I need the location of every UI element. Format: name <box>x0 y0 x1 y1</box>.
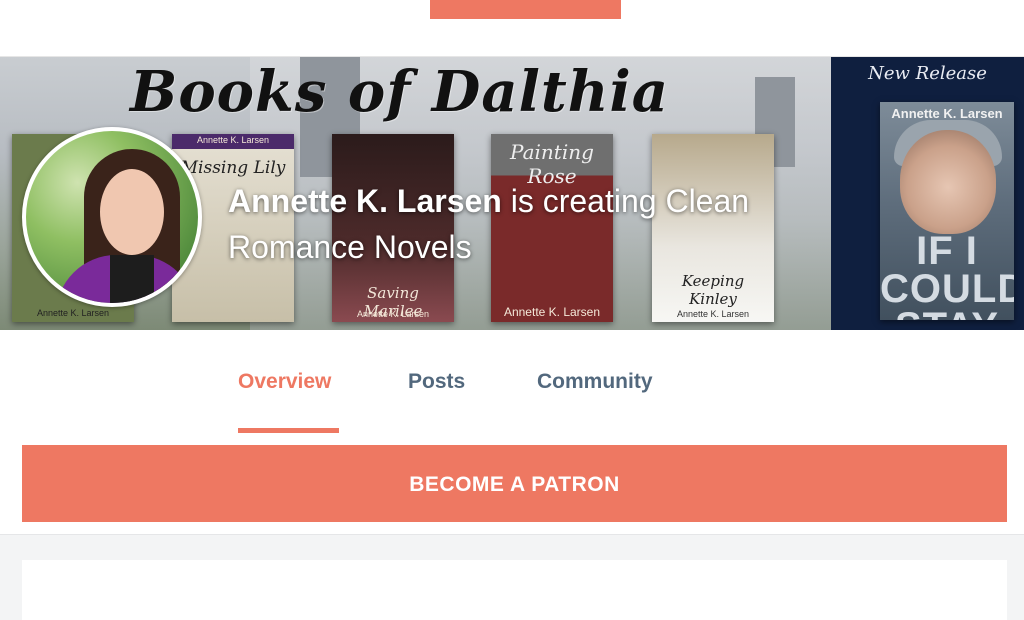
new-release-label: New Release <box>868 63 987 84</box>
top-cta-button[interactable] <box>430 0 621 19</box>
creator-avatar[interactable] <box>22 127 202 307</box>
book-cover-author: Annette K. Larsen <box>36 308 110 318</box>
tab-bar: Overview Posts Community <box>0 330 1024 434</box>
content-card <box>22 560 1007 620</box>
avatar-shirt <box>110 255 154 303</box>
new-release-title-line-2: COULD <box>880 267 1014 311</box>
book-cover-author: Annette K. Larsen <box>356 309 430 319</box>
new-release-cover: Annette K. Larsen IF I COULD STAY <box>880 102 1014 320</box>
cover-portrait <box>900 130 996 234</box>
tab-posts[interactable]: Posts <box>408 370 465 394</box>
active-tab-indicator <box>238 428 339 433</box>
creator-name: Annette K. Larsen <box>228 183 502 219</box>
avatar-face <box>100 169 164 255</box>
top-bar <box>0 0 1024 57</box>
banner-title: Books of Dalthia <box>130 59 670 125</box>
tab-community[interactable]: Community <box>537 370 653 394</box>
new-release-title: IF I COULD STAY <box>880 229 1014 320</box>
book-cover-author: Annette K. Larsen <box>503 305 601 319</box>
new-release-title-line-1: IF I <box>916 229 978 273</box>
book-cover-author: Annette K. Larsen <box>196 135 270 145</box>
new-release-author: Annette K. Larsen <box>891 106 1003 121</box>
creator-headline: Annette K. Larsen is creating Clean Roma… <box>228 178 838 270</box>
new-release-title-line-3: STAY <box>880 307 1014 320</box>
become-patron-button[interactable]: BECOME A PATRON <box>22 445 1007 522</box>
book-cover-title: Keeping Kinley <box>681 272 745 308</box>
new-release-panel: New Release Annette K. Larsen IF I COULD… <box>831 57 1024 330</box>
tab-overview[interactable]: Overview <box>238 370 331 394</box>
patron-section: BECOME A PATRON <box>0 434 1024 535</box>
book-cover-title: Missing Lily <box>180 158 286 178</box>
book-cover-author: Annette K. Larsen <box>676 309 750 319</box>
